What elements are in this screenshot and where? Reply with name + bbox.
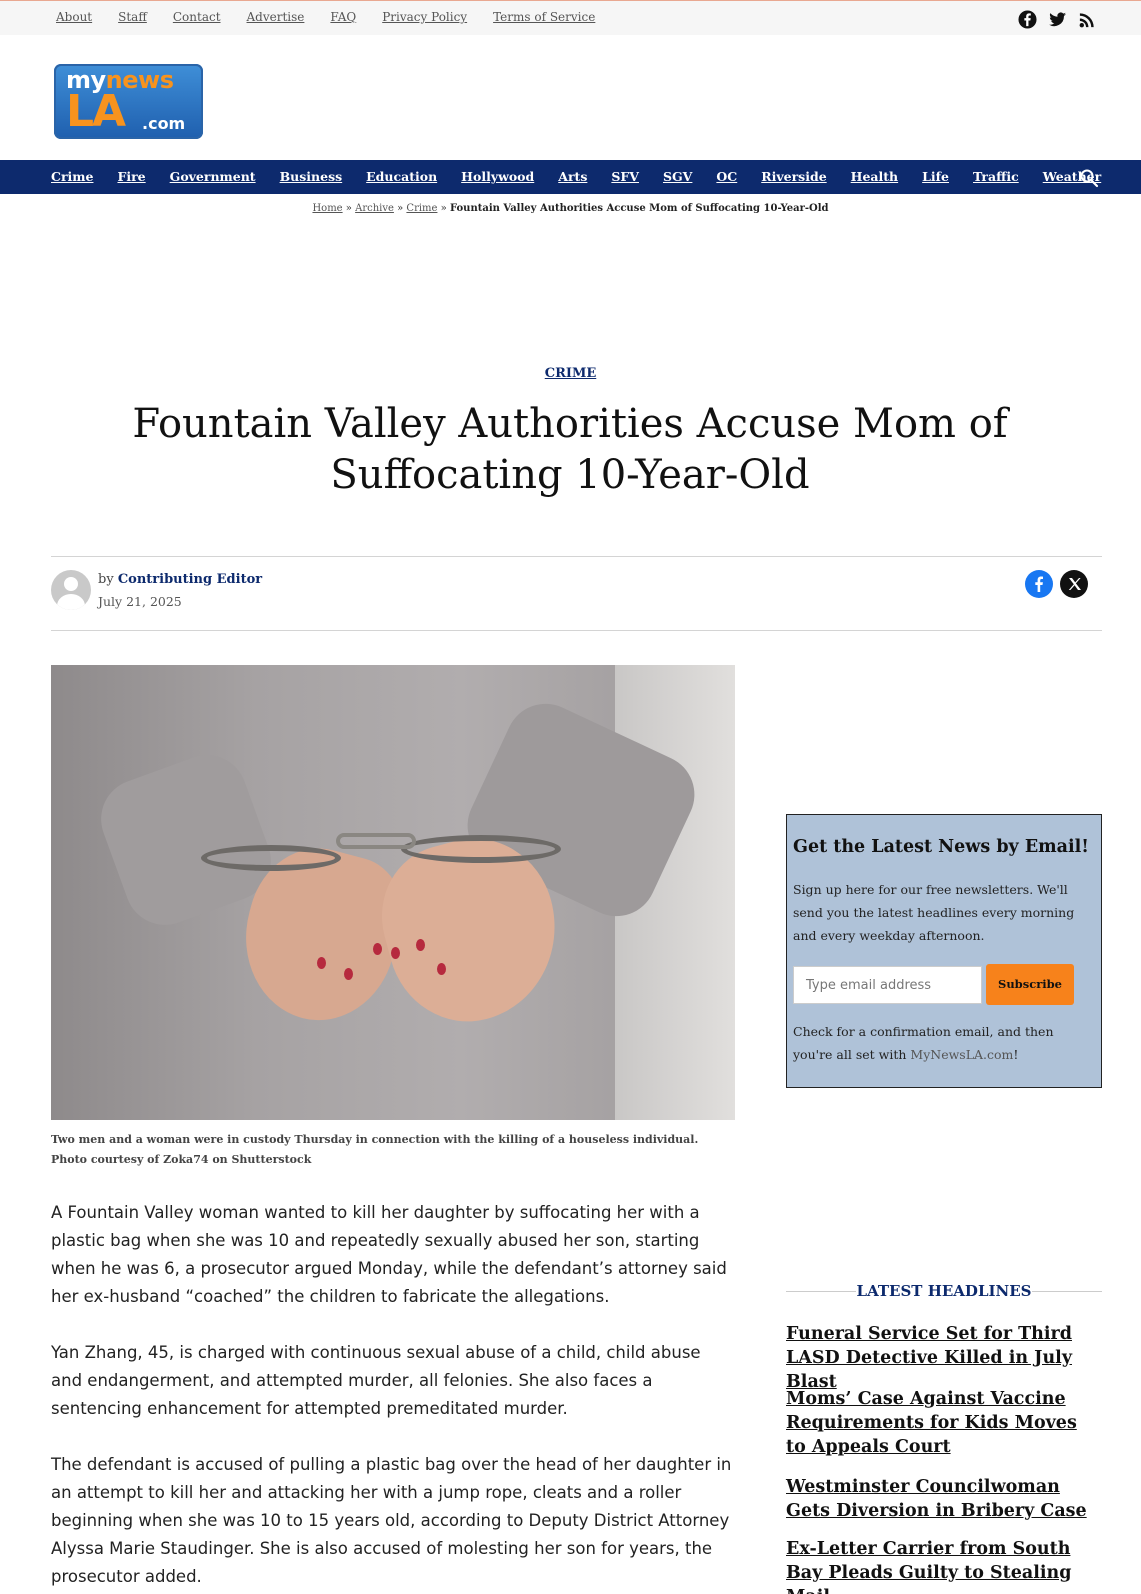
headline-link[interactable]: Westminster Councilwoman Gets Diversion …: [786, 1475, 1102, 1523]
search-icon[interactable]: [1079, 168, 1099, 188]
byline: by Contributing Editor: [98, 572, 263, 587]
logo-line-2: LA: [66, 86, 126, 137]
social-links: [1018, 10, 1097, 29]
breadcrumb-current: Fountain Valley Authorities Accuse Mom o…: [449, 203, 829, 214]
staff-link[interactable]: Staff: [118, 10, 147, 24]
nav-item-education[interactable]: Education: [366, 169, 437, 184]
facebook-icon[interactable]: [1018, 10, 1037, 29]
nav-item-crime[interactable]: Crime: [51, 169, 93, 184]
nav-item-sfv[interactable]: SFV: [611, 169, 639, 184]
nav-item-arts[interactable]: Arts: [558, 169, 587, 184]
privacy-policy-link[interactable]: Privacy Policy: [382, 10, 467, 24]
avatar: [51, 570, 91, 610]
advertise-link[interactable]: Advertise: [247, 10, 305, 24]
email-field[interactable]: Type email address: [793, 966, 982, 1004]
newsletter-heading: Get the Latest News by Email!: [793, 837, 1089, 857]
article-body: A Fountain Valley woman wanted to kill h…: [51, 1199, 735, 1594]
article-paragraph: The defendant is accused of pulling a pl…: [51, 1455, 732, 1586]
article-paragraph: A Fountain Valley woman wanted to kill h…: [51, 1203, 727, 1306]
newsletter-signup: Get the Latest News by Email! Sign up he…: [786, 814, 1102, 1088]
mynewsla-link[interactable]: MyNewsLA.com: [910, 1047, 1013, 1062]
headline-link[interactable]: Ex-Letter Carrier from South Bay Pleads …: [786, 1537, 1102, 1594]
nav-item-traffic[interactable]: Traffic: [973, 169, 1019, 184]
about-link[interactable]: About: [56, 10, 92, 24]
breadcrumb-home[interactable]: Home: [312, 203, 342, 214]
rss-icon[interactable]: [1078, 10, 1097, 29]
photo-caption: Two men and a woman were in custody Thur…: [51, 1133, 699, 1166]
nav-item-government[interactable]: Government: [170, 169, 256, 184]
headline-link[interactable]: Moms’ Case Against Vaccine Requirements …: [786, 1387, 1102, 1459]
post-date: July 21, 2025: [98, 594, 182, 609]
article-photo: [51, 665, 735, 1120]
divider: [51, 630, 1102, 631]
nav-item-fire[interactable]: Fire: [117, 169, 145, 184]
nav-item-hollywood[interactable]: Hollywood: [461, 169, 534, 184]
breadcrumb: Home » Archive » Crime » Fountain Valley…: [312, 203, 829, 214]
latest-headlines-title: LATEST HEADLINES: [856, 1282, 1032, 1300]
page-title: Fountain Valley Authorities Accuse Mom o…: [132, 401, 1008, 498]
logo-line-3: .com: [142, 114, 186, 133]
nav-item-riverside[interactable]: Riverside: [761, 169, 826, 184]
author-link[interactable]: Contributing Editor: [118, 572, 262, 587]
nav-item-sgv[interactable]: SGV: [663, 169, 692, 184]
breadcrumb-crime[interactable]: Crime: [406, 203, 437, 214]
headline-link[interactable]: Funeral Service Set for Third LASD Detec…: [786, 1322, 1102, 1394]
breadcrumb-archive[interactable]: Archive: [355, 203, 394, 214]
share-facebook-icon[interactable]: [1025, 570, 1053, 598]
contact-link[interactable]: Contact: [173, 10, 221, 24]
faq-link[interactable]: FAQ: [330, 10, 356, 24]
subscribe-button[interactable]: Subscribe: [986, 964, 1074, 1005]
nav-item-business[interactable]: Business: [280, 169, 343, 184]
nav-item-life[interactable]: Life: [922, 169, 949, 184]
top-utility-bar: About Staff Contact Advertise FAQ Privac…: [0, 0, 1141, 35]
category-link[interactable]: CRIME: [0, 366, 1141, 381]
terms-of-service-link[interactable]: Terms of Service: [493, 10, 595, 24]
latest-headlines-header: LATEST HEADLINES: [786, 1281, 1102, 1303]
main-nav: Crime Fire Government Business Education…: [0, 160, 1141, 194]
site-logo[interactable]: mynews LA .com: [54, 64, 203, 139]
latest-headlines: LATEST HEADLINES Funeral Service Set for…: [786, 1281, 1102, 1594]
twitter-icon[interactable]: [1048, 10, 1067, 29]
nav-item-oc[interactable]: OC: [716, 169, 737, 184]
nav-item-health[interactable]: Health: [851, 169, 898, 184]
newsletter-confirm-text: Check for a confirmation email, and then…: [793, 1024, 1054, 1062]
utility-links: About Staff Contact Advertise FAQ Privac…: [56, 10, 621, 24]
nav-items: Crime Fire Government Business Education…: [51, 169, 1125, 184]
divider: [51, 556, 1102, 557]
newsletter-description: Sign up here for our free newsletters. W…: [793, 882, 1075, 943]
share-x-icon[interactable]: [1060, 570, 1088, 598]
article-paragraph: Yan Zhang, 45, is charged with continuou…: [51, 1343, 701, 1418]
